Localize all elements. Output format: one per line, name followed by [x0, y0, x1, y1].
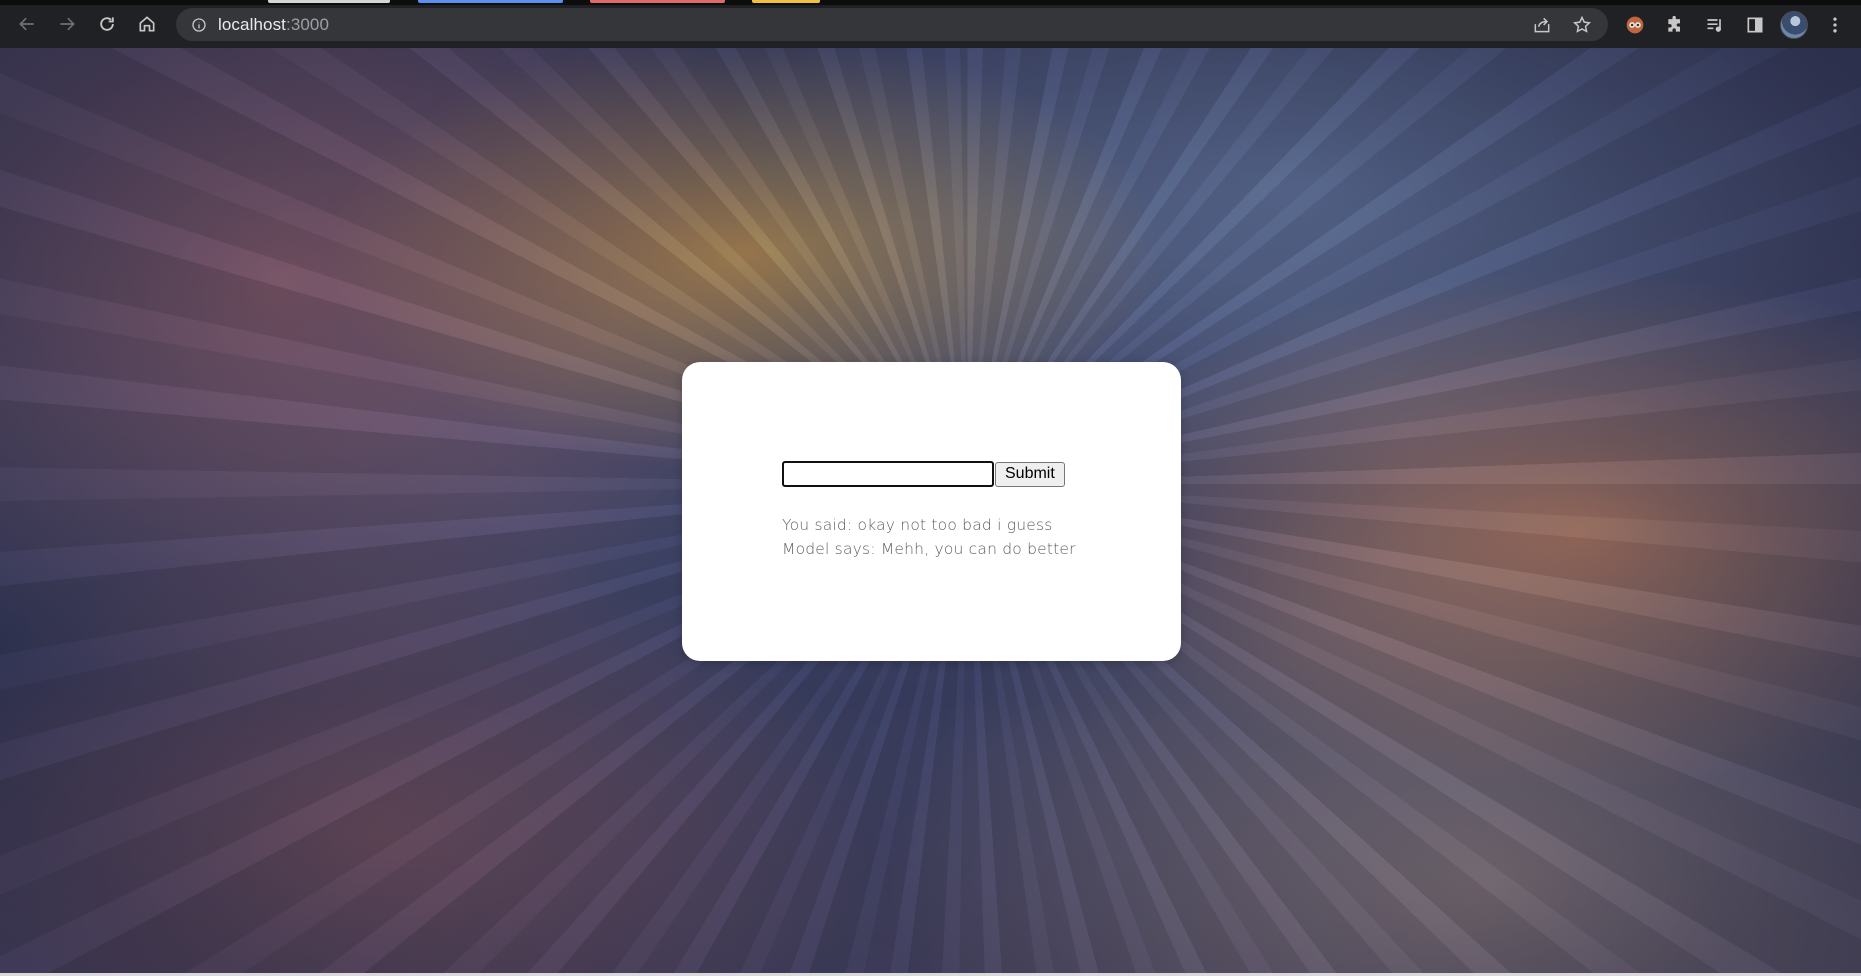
home-icon	[139, 16, 155, 32]
tab-indicator[interactable]	[752, 0, 820, 3]
share-button[interactable]	[1532, 8, 1552, 41]
tab-indicator[interactable]	[418, 0, 563, 3]
arrow-right-icon	[60, 17, 75, 31]
arrow-left-icon	[19, 17, 34, 31]
playlist-icon	[1707, 19, 1722, 32]
info-icon[interactable]	[190, 16, 208, 34]
submit-button[interactable]: Submit	[995, 461, 1065, 487]
address-bar[interactable]: localhost:3000	[176, 8, 1608, 41]
tab-indicator[interactable]	[268, 0, 390, 3]
reload-button[interactable]	[92, 9, 122, 39]
side-panel-button[interactable]	[1742, 12, 1768, 38]
tab-indicator[interactable]	[590, 0, 725, 3]
puzzle-icon	[1668, 15, 1680, 32]
bookmark-button[interactable]	[1572, 8, 1592, 41]
owl-extension-button[interactable]	[1622, 12, 1648, 38]
page-background: Submit You said: okay not too bad i gues…	[0, 48, 1861, 976]
owl-extension-icon	[1626, 16, 1644, 34]
star-icon	[1572, 15, 1592, 33]
kebab-menu-icon	[1833, 17, 1837, 33]
side-panel-icon	[1747, 17, 1763, 33]
message-input[interactable]	[782, 461, 994, 487]
browser-toolbar: localhost:3000	[0, 0, 1861, 48]
url-text[interactable]: localhost:3000	[218, 15, 329, 35]
chat-card: Submit You said: okay not too bad i gues…	[682, 362, 1181, 661]
you-said-text: You said: okay not too bad i guess	[782, 516, 1053, 534]
response-output: You said: okay not too bad i guess Model…	[782, 513, 1076, 561]
media-button[interactable]	[1702, 12, 1728, 38]
back-button[interactable]	[12, 9, 42, 39]
extensions-button[interactable]	[1662, 12, 1688, 38]
forward-button[interactable]	[52, 9, 82, 39]
tab-strip	[0, 0, 1861, 5]
url-port: :3000	[286, 14, 330, 34]
profile-avatar[interactable]	[1780, 11, 1808, 39]
message-form: Submit	[782, 461, 1065, 487]
model-says-text: Model says: Mehh, you can do better	[782, 540, 1076, 558]
menu-button[interactable]	[1822, 12, 1848, 38]
reload-icon	[100, 17, 114, 31]
home-button[interactable]	[132, 9, 162, 39]
url-host: localhost	[218, 14, 286, 34]
share-icon	[1534, 17, 1550, 32]
